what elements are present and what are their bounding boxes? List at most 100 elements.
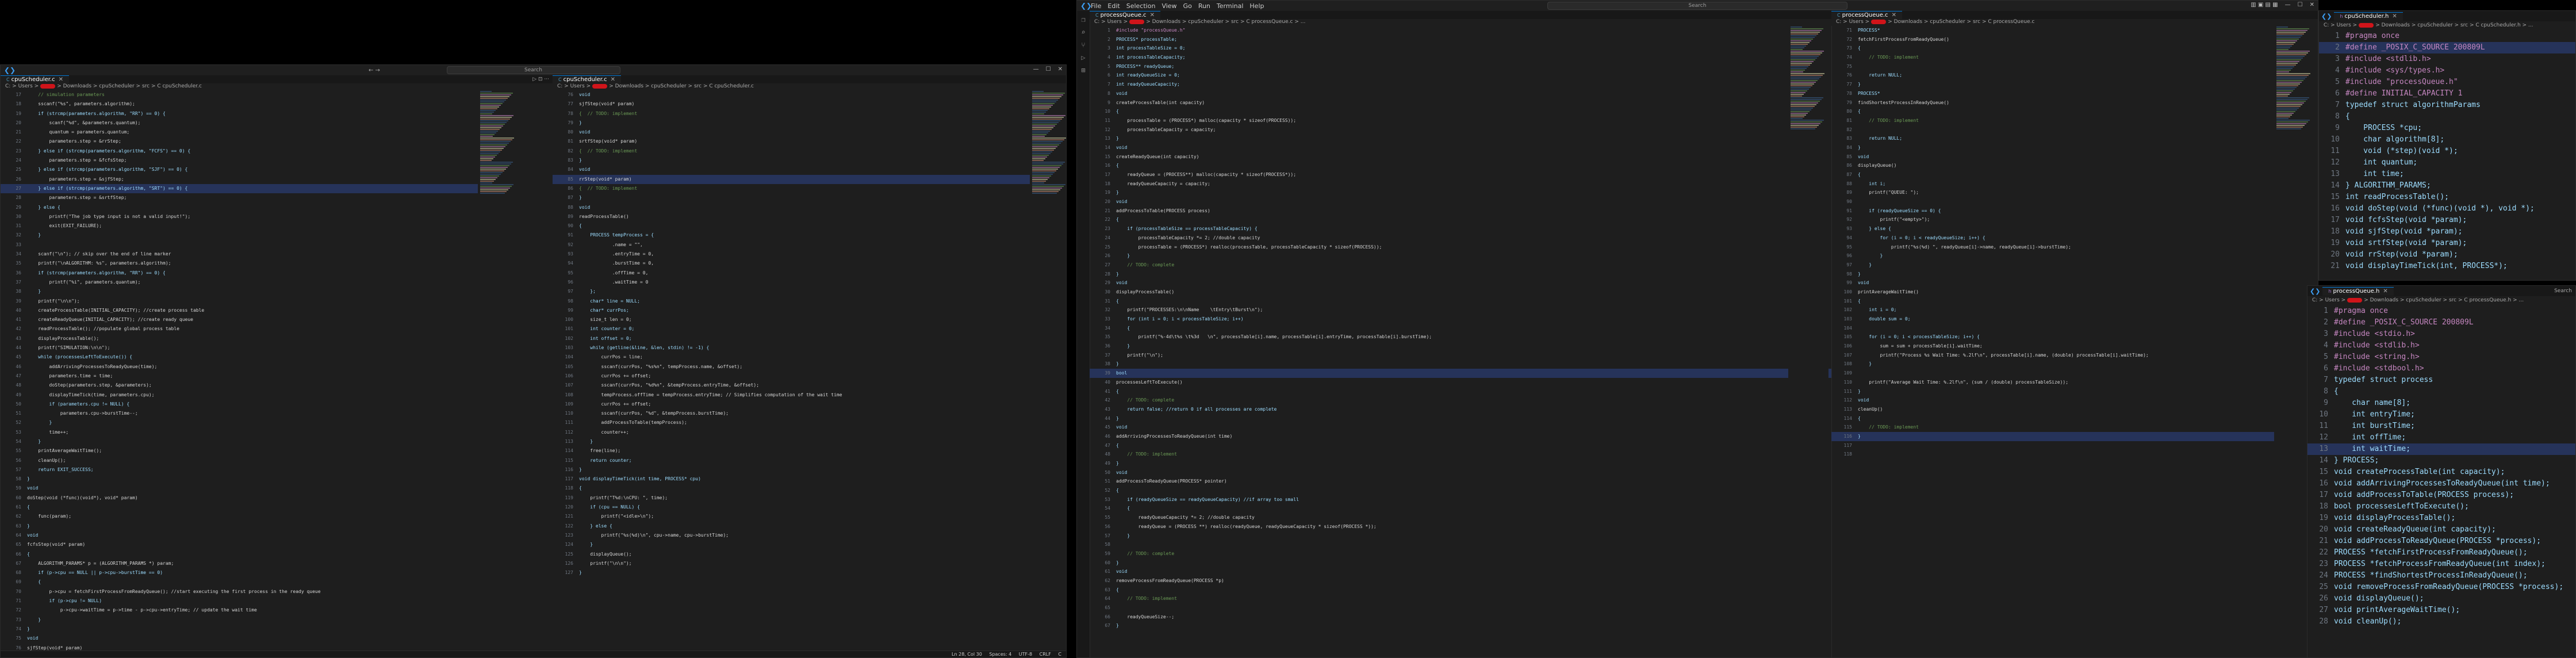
code-line[interactable]: 112 void: [1831, 396, 2274, 405]
code-line[interactable]: 77 sjfStep(void* param): [553, 100, 1030, 109]
code-line[interactable]: 47 parameters.time = time;: [1, 372, 512, 381]
code-line[interactable]: 13 int waitTime;: [2307, 443, 2575, 455]
minimap[interactable]: [478, 90, 518, 657]
code-line[interactable]: 43 return false; //return 0 if all proce…: [1090, 405, 1831, 414]
code-line[interactable]: 106 sum = sum + processTable[i].waitTime…: [1831, 342, 2274, 351]
code-line[interactable]: 19 void displayProcessTable();: [2307, 512, 2575, 524]
menu-file[interactable]: File: [1091, 2, 1101, 10]
status-language[interactable]: C: [1058, 652, 1061, 657]
code-line[interactable]: 44 printf("SIMULATION:\n\n");: [1, 343, 512, 353]
code-line[interactable]: 109: [1831, 369, 2274, 378]
middle-window-controls[interactable]: ▥ ▣ ▤ ▦ — ☐ ✕: [2244, 2, 2314, 8]
minimap[interactable]: [1030, 90, 1066, 657]
code-line[interactable]: 6 int readyQueueSize = 0;: [1090, 71, 1831, 80]
code-line[interactable]: 74}: [1, 625, 512, 634]
code-line[interactable]: 52 }: [1, 418, 512, 427]
code-line[interactable]: 42 readProcessTable(); //populate global…: [1, 324, 512, 334]
code-line[interactable]: 19 void srtfStep(void *param);: [2319, 238, 2575, 249]
code-line[interactable]: 20 void: [1090, 197, 1831, 206]
code-line[interactable]: 88 int i;: [1831, 179, 2274, 189]
menu-help[interactable]: Help: [1249, 2, 1264, 10]
code-line[interactable]: 114 {: [1831, 414, 2274, 423]
code-line[interactable]: 20 void rrStep(void *param);: [2319, 249, 2575, 261]
code-line[interactable]: 78 PROCESS*: [1831, 89, 2274, 98]
code-line[interactable]: 89 readProcessTable(): [553, 212, 1030, 221]
code-line[interactable]: 3 int processTableSize = 0;: [1090, 44, 1831, 53]
code-pane-left-1[interactable]: 17 // simulation parameters 18 sscanf("%s…: [1, 90, 513, 657]
code-line[interactable]: 18 void sjfStep(void *param);: [2319, 226, 2575, 238]
code-line[interactable]: 80 void: [553, 128, 1030, 137]
code-line[interactable]: 65: [1090, 603, 1831, 613]
code-line[interactable]: 116}: [1831, 431, 2274, 441]
code-line[interactable]: 50 if (parameters.cpu != NULL) {: [1, 400, 512, 409]
code-line[interactable]: 73 {: [1831, 44, 2274, 53]
tab-close-icon[interactable]: ✕: [2392, 13, 2397, 20]
code-line[interactable]: 16 void doStep(void (*func)(void *), void…: [2319, 203, 2575, 215]
code-pane-middle-1[interactable]: 1 #include "processQueue.h" 2 PROCESS* proc…: [1090, 26, 1832, 657]
code-line[interactable]: 90: [1831, 197, 2274, 206]
code-line[interactable]: 18 sscanf("%s", parameters.algorithm);: [1, 100, 512, 109]
code-line[interactable]: 67 ALGORITHM_PARAMS* p = (ALGORITHM_PARA…: [1, 559, 512, 568]
code-line[interactable]: 115 return counter;: [553, 456, 1030, 465]
code-line[interactable]: 113 cleanUp(): [1831, 405, 2274, 414]
code-line[interactable]: 97 };: [553, 287, 1030, 296]
code-line[interactable]: 16 {: [1090, 161, 1831, 170]
code-line[interactable]: 120 if (cpu == NULL) {: [553, 503, 1030, 512]
code-line[interactable]: 2 #define _POSIX_C_SOURCE 200809L: [2307, 317, 2575, 328]
code-line[interactable]: 59 void: [1, 484, 512, 493]
code-line[interactable]: 84}: [1831, 143, 2274, 152]
left-search-box[interactable]: Search: [446, 66, 620, 74]
right-bottom-search[interactable]: Search: [2554, 288, 2575, 294]
code-line[interactable]: 24 processTableCapacity *= 2; //double c…: [1090, 234, 1831, 243]
tab-cpuScheduler-c[interactable]: CcpuScheduler.c ✕: [1, 75, 69, 84]
code-line[interactable]: 24 parameters.step = &fcfsStep;: [1, 156, 512, 165]
code-line[interactable]: 75 void: [1, 634, 512, 643]
tab-cpuScheduler-c-split[interactable]: CcpuScheduler.c ✕: [553, 75, 621, 84]
code-line[interactable]: 108 tempProcess.offTime = tempProcess.en…: [553, 391, 1030, 400]
code-line[interactable]: 13}: [1090, 134, 1831, 143]
code-line[interactable]: 53 if (readyQueueSize == readyQueueCapac…: [1090, 495, 1831, 504]
code-line[interactable]: 71 if (p->cpu != NULL): [1, 596, 512, 606]
code-line[interactable]: 9 char name[8];: [2307, 397, 2575, 409]
code-line[interactable]: 61 {: [1, 503, 512, 512]
code-pane-middle-2[interactable]: 71 PROCESS* 72 fetchFirstProcessFromReadyQu…: [1831, 26, 2275, 657]
code-line[interactable]: 58: [1090, 540, 1831, 549]
code-line[interactable]: 76 return NULL;: [1831, 71, 2274, 80]
code-line[interactable]: 111}: [1831, 387, 2274, 396]
code-line[interactable]: 83}: [553, 156, 1030, 165]
code-line[interactable]: 12 int quantum;: [2319, 157, 2575, 169]
code-line[interactable]: 23 PROCESS *fetchProcessFromReadyQueue(in…: [2307, 558, 2575, 570]
code-line[interactable]: 12 int offTime;: [2307, 432, 2575, 443]
code-line[interactable]: 10 char algorithm[8];: [2319, 134, 2575, 146]
code-line[interactable]: 121 printf("<idle>\n");: [553, 512, 1030, 521]
code-line[interactable]: 115 // TODO: implement: [1831, 423, 2274, 432]
code-line[interactable]: 25 void removeProcessFromReadyQueue(PROCE…: [2307, 582, 2575, 593]
code-line[interactable]: 34 scanf("\n"); // skip over the end of …: [1, 250, 512, 259]
code-line[interactable]: 85 void: [1831, 152, 2274, 162]
code-line[interactable]: 87}: [553, 193, 1030, 202]
code-line[interactable]: 38 }: [1, 287, 512, 296]
code-line[interactable]: 29 void: [1090, 278, 1831, 288]
code-line[interactable]: 66 {: [1, 550, 512, 559]
code-line[interactable]: 93 } else {: [1831, 224, 2274, 234]
close-icon[interactable]: ✕: [1058, 66, 1063, 72]
menu-terminal[interactable]: Terminal: [1217, 2, 1244, 10]
code-line[interactable]: 63}: [1, 522, 512, 531]
status-indent[interactable]: Spaces: 4: [989, 652, 1011, 657]
code-line[interactable]: 49}: [1090, 459, 1831, 468]
code-line[interactable]: 41 createReadyQueue(INITIAL_CAPACITY); /…: [1, 315, 512, 324]
code-line[interactable]: 46 addArrivingProcessesToReadyQueue(int t…: [1090, 432, 1831, 441]
code-line[interactable]: 17 readyQueue = (PROCESS**) malloc(capac…: [1090, 170, 1831, 179]
search-icon[interactable]: ⌕: [1077, 28, 1090, 36]
code-line[interactable]: 8{: [2307, 386, 2575, 397]
code-line[interactable]: 38}: [1090, 359, 1831, 369]
code-line[interactable]: 48 // TODO: implement: [1090, 450, 1831, 459]
code-line[interactable]: 78 { // TODO: implement: [553, 109, 1030, 118]
code-line[interactable]: 101 {: [1831, 297, 2274, 306]
code-line[interactable]: 26 parameters.step = &sjfStep;: [1, 175, 512, 184]
code-line[interactable]: 63 {: [1090, 586, 1831, 595]
code-line[interactable]: 122 } else {: [553, 522, 1030, 531]
menu-edit[interactable]: Edit: [1107, 2, 1120, 10]
code-line[interactable]: 99 char* currPos;: [553, 306, 1030, 315]
code-line[interactable]: 88 void: [553, 203, 1030, 212]
